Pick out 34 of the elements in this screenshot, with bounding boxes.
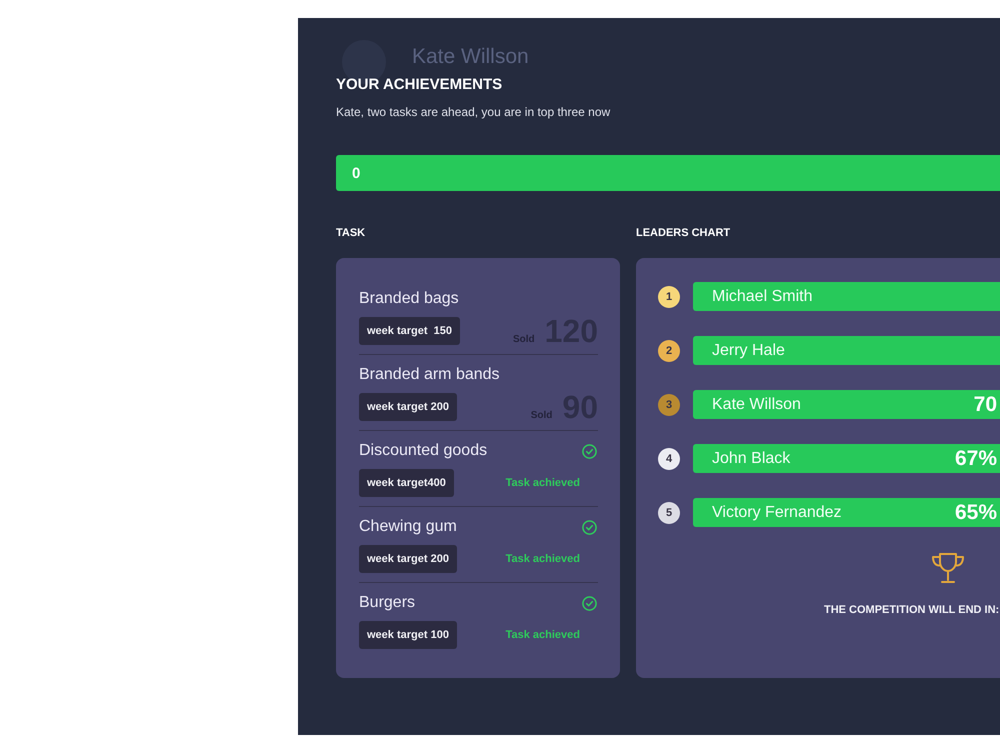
- page-title: YOUR ACHIEVEMENTS: [336, 76, 502, 94]
- rank-badge: 4: [658, 448, 680, 470]
- page-subtitle: Kate, two tasks are ahead, you are in top three now: [336, 105, 610, 119]
- task-name: Branded arm bands: [359, 366, 500, 384]
- week-target-badge: week target400: [359, 469, 454, 497]
- task-name: Chewing gum: [359, 518, 457, 536]
- leader-name: John Black: [712, 450, 790, 468]
- competition-end-text: THE COMPETITION WILL END IN:: [824, 604, 1000, 616]
- leader-percent: 70: [974, 392, 997, 416]
- leader-name: Kate Willson: [712, 396, 801, 414]
- section-heading: LEADERS CHART: [636, 226, 730, 240]
- week-target-badge: week target 100: [359, 621, 457, 649]
- week-target-badge: week target 200: [359, 545, 457, 573]
- leader-name: Michael Smith: [712, 288, 812, 306]
- leader-percent: 67%: [954, 446, 997, 470]
- task-status: Task achieved: [506, 477, 580, 489]
- task-name: Branded bags: [359, 290, 459, 308]
- leader-percent: 65%: [954, 500, 997, 524]
- rank-badge: 3: [658, 394, 680, 416]
- rank-badge: 1: [658, 286, 680, 308]
- week-target-badge: week target 200: [359, 393, 457, 421]
- leader-name: Victory Fernandez: [712, 504, 842, 522]
- rank-badge: 5: [658, 502, 680, 524]
- week-target-badge: week target 150: [359, 317, 460, 345]
- ghost-user-name: Kate Willson: [412, 45, 529, 69]
- score-value: 0: [352, 164, 360, 182]
- task-name: Burgers: [359, 594, 416, 612]
- trophy-icon: [931, 552, 965, 584]
- task-name: Discounted goods: [359, 442, 488, 460]
- task-status: Task achieved: [506, 553, 580, 565]
- task-status: Task achieved: [506, 629, 580, 641]
- leader-name: Jerry Hale: [712, 342, 785, 360]
- rank-badge: 2: [658, 340, 680, 362]
- section-heading: TASK: [336, 226, 366, 240]
